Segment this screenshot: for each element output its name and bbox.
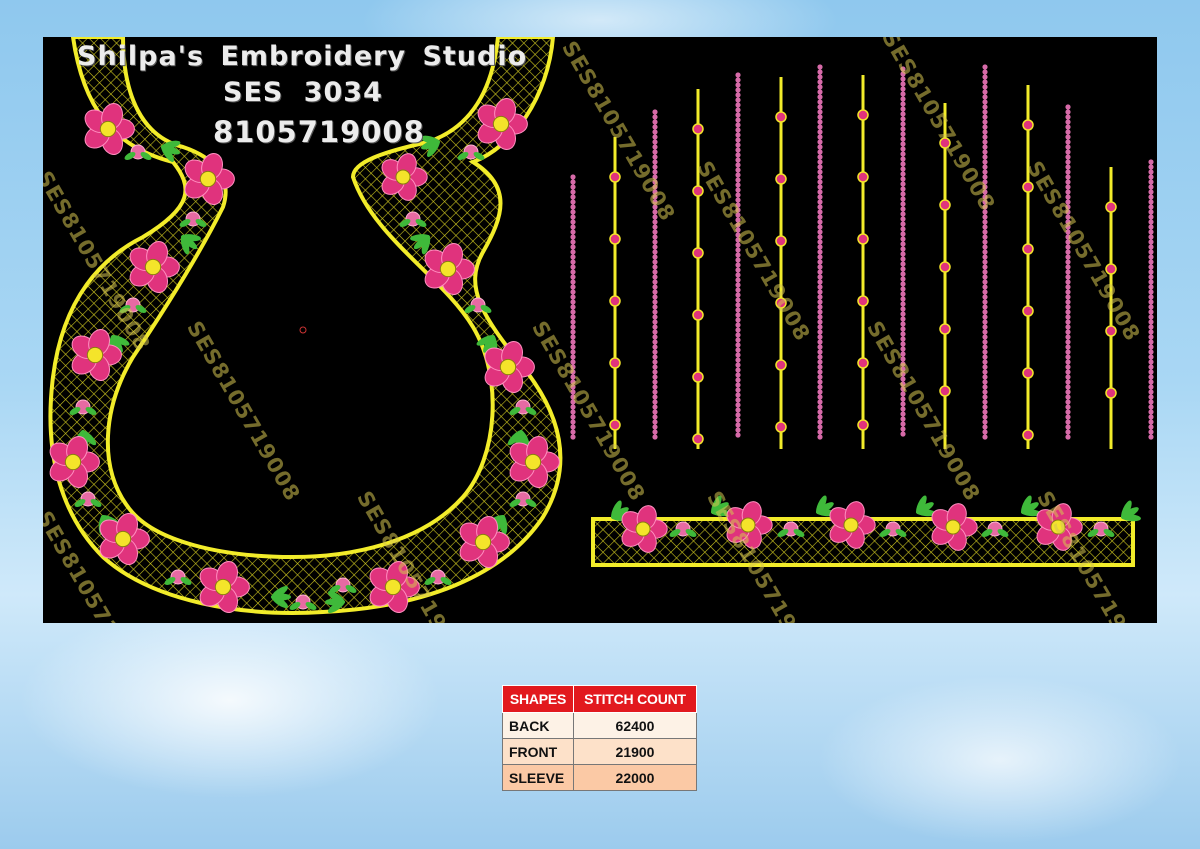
shape-name: BACK xyxy=(502,712,574,739)
stitch-count: 22000 xyxy=(573,764,697,791)
table-row: BACK 62400 xyxy=(502,712,697,739)
center-marker xyxy=(299,326,307,334)
table-row: SLEEVE 22000 xyxy=(502,764,697,791)
bead-strand xyxy=(1148,159,1154,440)
bead-strand xyxy=(735,72,741,438)
bead-strand xyxy=(1065,104,1071,440)
column-header-shapes: SHAPES xyxy=(502,685,574,713)
table-header-row: SHAPES STITCH COUNT xyxy=(502,685,697,713)
embroidery-design-canvas: Shilpa's Embroidery Studio SES 3034 8105… xyxy=(43,37,1157,623)
column-header-stitch-count: STITCH COUNT xyxy=(573,685,697,713)
shape-name: FRONT xyxy=(502,738,574,765)
gold-strand xyxy=(857,75,869,449)
gold-strand xyxy=(1022,85,1034,449)
design-code: SES 3034 xyxy=(223,77,383,108)
shape-name: SLEEVE xyxy=(502,764,574,791)
leaf-motif xyxy=(1121,500,1141,522)
gold-strand xyxy=(692,89,704,449)
bead-strand xyxy=(982,64,988,440)
stitch-count: 21900 xyxy=(573,738,697,765)
bead-strand xyxy=(652,109,658,440)
table-row: FRONT 21900 xyxy=(502,738,697,765)
phone-number: 8105719008 xyxy=(213,115,425,149)
gold-strand xyxy=(609,137,621,449)
stitch-count-table: SHAPES STITCH COUNT BACK 62400 FRONT 219… xyxy=(502,685,697,791)
stitch-count: 62400 xyxy=(573,712,697,739)
bead-strand xyxy=(817,64,823,440)
studio-name: Shilpa's Embroidery Studio xyxy=(77,41,528,72)
gold-strand xyxy=(775,77,787,449)
